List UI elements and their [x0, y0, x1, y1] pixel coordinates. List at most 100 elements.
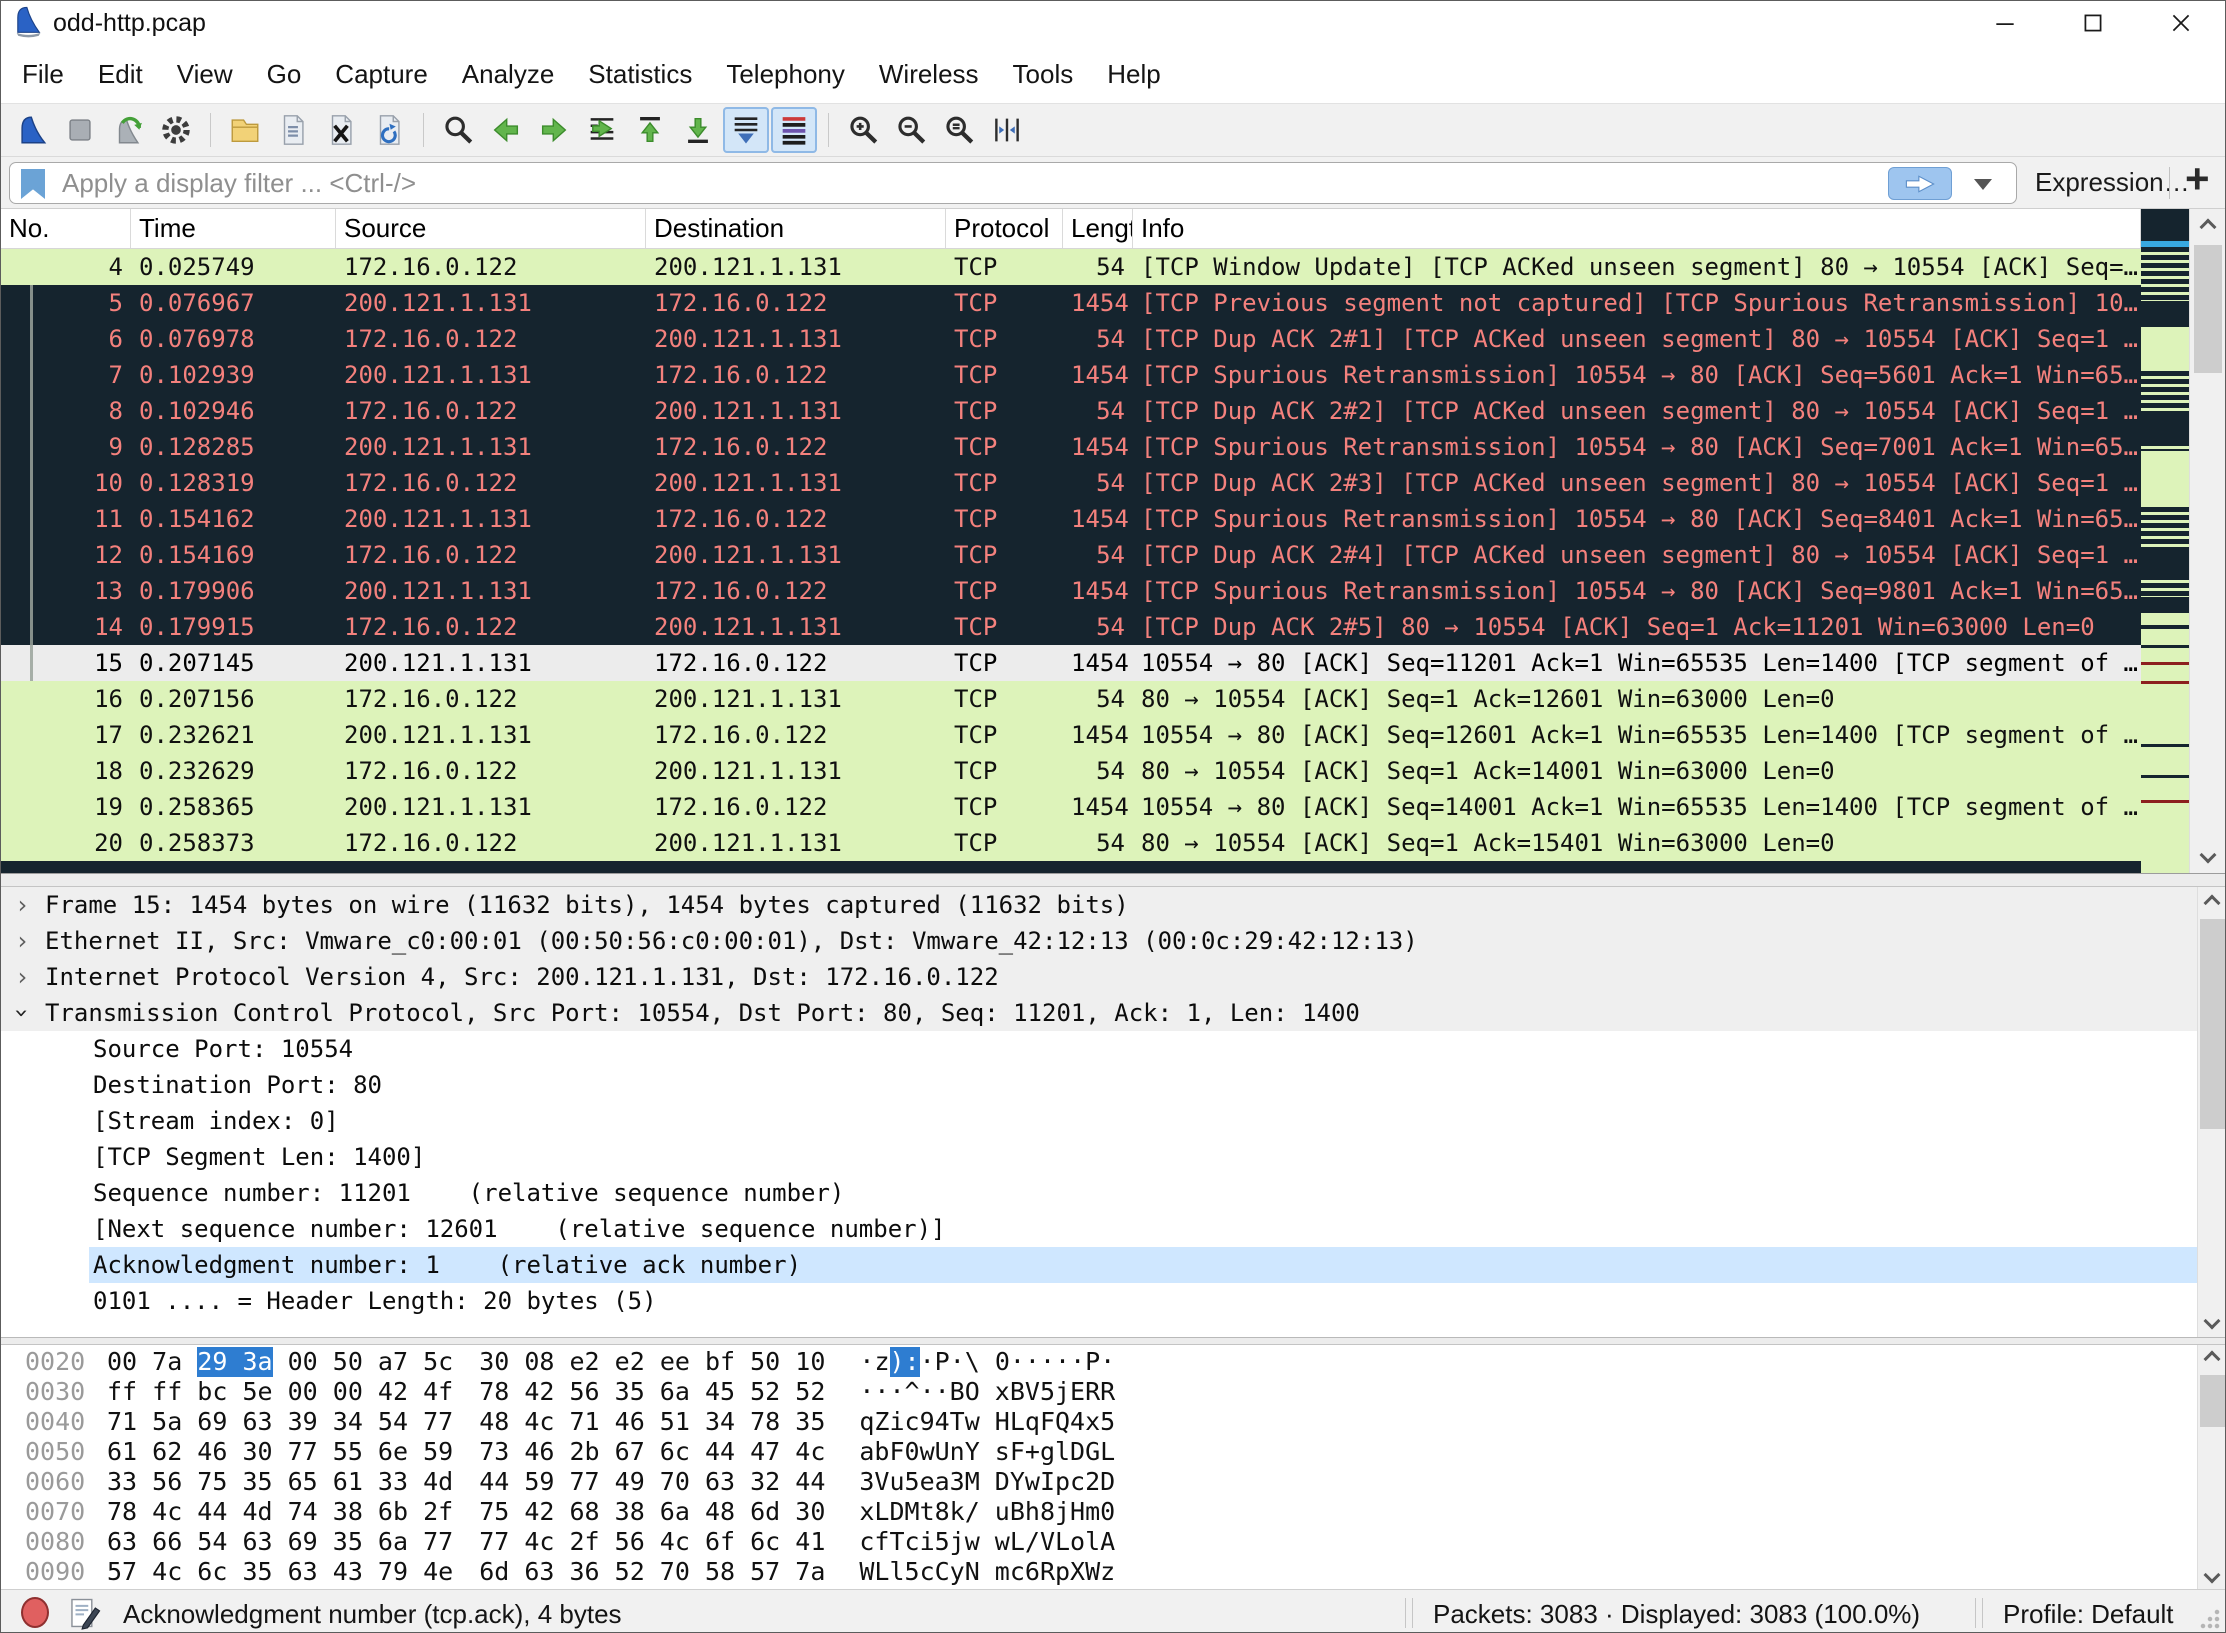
- scrollbar-thumb[interactable]: [2200, 1375, 2226, 1427]
- column-header-protocol[interactable]: Protocol: [946, 209, 1063, 248]
- maximize-button[interactable]: [2049, 1, 2137, 45]
- detail-line[interactable]: ›Internet Protocol Version 4, Src: 200.1…: [1, 959, 2197, 995]
- hex-row-0080[interactable]: 008063 66 54 63 69 35 6a 7777 4c 2f 56 4…: [1, 1527, 2197, 1557]
- packet-row-12[interactable]: 120.154169172.16.0.122200.121.1.131TCP54…: [1, 537, 2141, 573]
- display-filter-input[interactable]: [62, 164, 1862, 202]
- find-packet-icon[interactable]: [435, 107, 481, 153]
- detail-line[interactable]: 0101 .... = Header Length: 20 bytes (5): [1, 1283, 2197, 1319]
- display-filter-box[interactable]: [9, 162, 2017, 204]
- detail-line[interactable]: [TCP Segment Len: 1400]: [1, 1139, 2197, 1175]
- hex-row-0050[interactable]: 005061 62 46 30 77 55 6e 5973 46 2b 67 6…: [1, 1437, 2197, 1467]
- hex-scrollbar[interactable]: [2197, 1345, 2226, 1589]
- hex-row-0020[interactable]: 002000 7a 29 3a 00 50 a7 5c30 08 e2 e2 e…: [1, 1347, 2197, 1377]
- expression-button[interactable]: Expression…: [2035, 167, 2190, 198]
- pane-splitter[interactable]: [1, 873, 2225, 887]
- go-back-icon[interactable]: [483, 107, 529, 153]
- packet-row-7[interactable]: 70.102939200.121.1.131172.16.0.122TCP145…: [1, 357, 2141, 393]
- apply-filter-button[interactable]: [1888, 167, 1952, 200]
- menu-help[interactable]: Help: [1090, 51, 1177, 98]
- scroll-down-icon[interactable]: [2204, 1313, 2221, 1330]
- packet-row-10[interactable]: 100.128319172.16.0.122200.121.1.131TCP54…: [1, 465, 2141, 501]
- menu-go[interactable]: Go: [250, 51, 319, 98]
- go-last-icon[interactable]: [675, 107, 721, 153]
- chevron-right-icon[interactable]: ›: [1, 923, 41, 959]
- reload-file-icon[interactable]: [366, 107, 412, 153]
- detail-line[interactable]: [Next sequence number: 12601 (relative s…: [1, 1211, 2197, 1247]
- minimize-button[interactable]: [1961, 1, 2049, 45]
- packet-row-18[interactable]: 180.232629172.16.0.122200.121.1.131TCP54…: [1, 753, 2141, 789]
- stop-capture-icon[interactable]: [57, 107, 103, 153]
- bookmark-icon[interactable]: [21, 169, 45, 199]
- start-capture-icon[interactable]: [9, 107, 55, 153]
- column-header-length[interactable]: Length: [1063, 209, 1133, 248]
- detail-line[interactable]: ›Transmission Control Protocol, Src Port…: [1, 995, 2197, 1031]
- packet-row-16[interactable]: 160.207156172.16.0.122200.121.1.131TCP54…: [1, 681, 2141, 717]
- chevron-down-icon[interactable]: ›: [1, 995, 41, 1031]
- detail-line[interactable]: ›Ethernet II, Src: Vmware_c0:00:01 (00:5…: [1, 923, 2197, 959]
- packet-row-6[interactable]: 60.076978172.16.0.122200.121.1.131TCP54[…: [1, 321, 2141, 357]
- column-header-info[interactable]: Info: [1133, 209, 2141, 248]
- scroll-up-icon[interactable]: [2200, 219, 2217, 236]
- scrollbar-thumb[interactable]: [2200, 919, 2226, 1129]
- go-to-packet-icon[interactable]: [579, 107, 625, 153]
- menu-analyze[interactable]: Analyze: [445, 51, 572, 98]
- chevron-right-icon[interactable]: ›: [1, 959, 41, 995]
- packet-row-17[interactable]: 170.232621200.121.1.131172.16.0.122TCP14…: [1, 717, 2141, 753]
- detail-line[interactable]: ›Frame 15: 1454 bytes on wire (11632 bit…: [1, 887, 2197, 923]
- pane-splitter[interactable]: [1, 1337, 2225, 1345]
- zoom-reset-icon[interactable]: [936, 107, 982, 153]
- menu-tools[interactable]: Tools: [996, 51, 1091, 98]
- detail-line[interactable]: Destination Port: 80: [1, 1067, 2197, 1103]
- close-button[interactable]: [2137, 1, 2225, 45]
- menu-file[interactable]: File: [5, 51, 81, 98]
- packet-row-11[interactable]: 110.154162200.121.1.131172.16.0.122TCP14…: [1, 501, 2141, 537]
- hex-row-0060[interactable]: 006033 56 75 35 65 61 33 4d44 59 77 49 7…: [1, 1467, 2197, 1497]
- column-header-no[interactable]: No.: [1, 209, 131, 248]
- hex-row-0090[interactable]: 009057 4c 6c 35 63 43 79 4e6d 63 36 52 7…: [1, 1557, 2197, 1587]
- menu-statistics[interactable]: Statistics: [571, 51, 709, 98]
- profile-status[interactable]: Profile: Default: [2003, 1599, 2174, 1630]
- go-forward-icon[interactable]: [531, 107, 577, 153]
- packet-row-8[interactable]: 80.102946172.16.0.122200.121.1.131TCP54[…: [1, 393, 2141, 429]
- scroll-up-icon[interactable]: [2204, 895, 2221, 912]
- expert-info-icon[interactable]: [21, 1597, 49, 1628]
- auto-scroll-icon[interactable]: [723, 107, 769, 153]
- detail-line[interactable]: Source Port: 10554: [1, 1031, 2197, 1067]
- open-file-icon[interactable]: [222, 107, 268, 153]
- scroll-down-icon[interactable]: [2204, 1567, 2221, 1584]
- menu-edit[interactable]: Edit: [81, 51, 160, 98]
- packet-row-14[interactable]: 140.179915172.16.0.122200.121.1.131TCP54…: [1, 609, 2141, 645]
- colorize-icon[interactable]: [771, 107, 817, 153]
- menu-view[interactable]: View: [160, 51, 250, 98]
- menu-telephony[interactable]: Telephony: [709, 51, 862, 98]
- menu-capture[interactable]: Capture: [318, 51, 445, 98]
- filter-dropdown-caret-icon[interactable]: [1974, 179, 1992, 190]
- packet-row-20[interactable]: 200.258373172.16.0.122200.121.1.131TCP54…: [1, 825, 2141, 861]
- packet-row-13[interactable]: 130.179906200.121.1.131172.16.0.122TCP14…: [1, 573, 2141, 609]
- resize-grip[interactable]: [2199, 1608, 2221, 1630]
- hex-row-0030[interactable]: 0030ff ff bc 5e 00 00 42 4f78 42 56 35 6…: [1, 1377, 2197, 1407]
- hex-row-0070[interactable]: 007078 4c 44 4d 74 38 6b 2f75 42 68 38 6…: [1, 1497, 2197, 1527]
- save-file-icon[interactable]: [270, 107, 316, 153]
- column-header-source[interactable]: Source: [336, 209, 646, 248]
- detail-line[interactable]: Acknowledgment number: 1 (relative ack n…: [1, 1247, 2197, 1283]
- restart-capture-icon[interactable]: [105, 107, 151, 153]
- capture-comment-icon[interactable]: [67, 1596, 101, 1630]
- partial-packet-row[interactable]: [1, 861, 2141, 873]
- add-filter-button[interactable]: +: [2185, 155, 2210, 203]
- zoom-out-icon[interactable]: [888, 107, 934, 153]
- packet-row-19[interactable]: 190.258365200.121.1.131172.16.0.122TCP14…: [1, 789, 2141, 825]
- menu-wireless[interactable]: Wireless: [862, 51, 996, 98]
- capture-options-icon[interactable]: [153, 107, 199, 153]
- column-header-time[interactable]: Time: [131, 209, 336, 248]
- chevron-right-icon[interactable]: ›: [1, 887, 41, 923]
- scrollbar-thumb[interactable]: [2194, 245, 2222, 373]
- resize-columns-icon[interactable]: [984, 107, 1030, 153]
- detail-line[interactable]: [Stream index: 0]: [1, 1103, 2197, 1139]
- details-scrollbar[interactable]: [2197, 887, 2226, 1337]
- go-first-icon[interactable]: [627, 107, 673, 153]
- intelligent-scrollbar-minimap[interactable]: [2141, 209, 2189, 873]
- close-file-icon[interactable]: [318, 107, 364, 153]
- column-header-destination[interactable]: Destination: [646, 209, 946, 248]
- scroll-down-icon[interactable]: [2200, 847, 2217, 864]
